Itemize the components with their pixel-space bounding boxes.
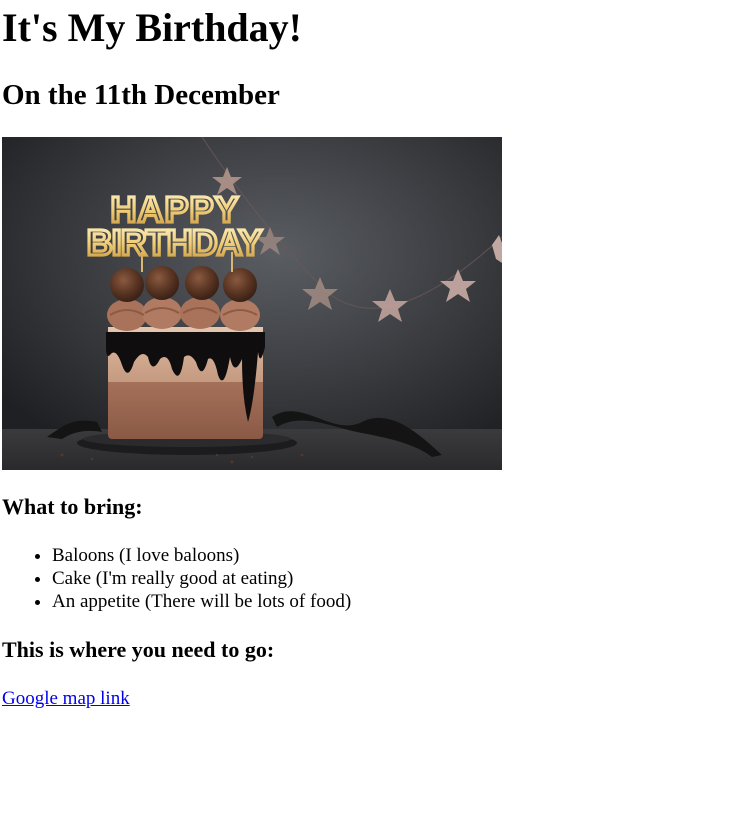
page-subtitle: On the 11th December (2, 79, 280, 111)
list-item: Cake (I'm really good at eating) (52, 567, 351, 590)
list-item: Baloons (I love baloons) (52, 544, 351, 567)
topper-birthday: BIRTHDAY (87, 222, 263, 263)
bring-list: Baloons (I love baloons) Cake (I'm reall… (2, 544, 351, 613)
page-title: It's My Birthday! (2, 5, 302, 50)
bring-heading: What to bring: (2, 494, 143, 519)
google-map-link[interactable]: Google map link (2, 687, 130, 710)
list-item: An appetite (There will be lots of food) (52, 590, 351, 613)
location-heading: This is where you need to go: (2, 637, 275, 662)
birthday-cake-image: HAPPY BIRTHDAY (2, 137, 502, 470)
